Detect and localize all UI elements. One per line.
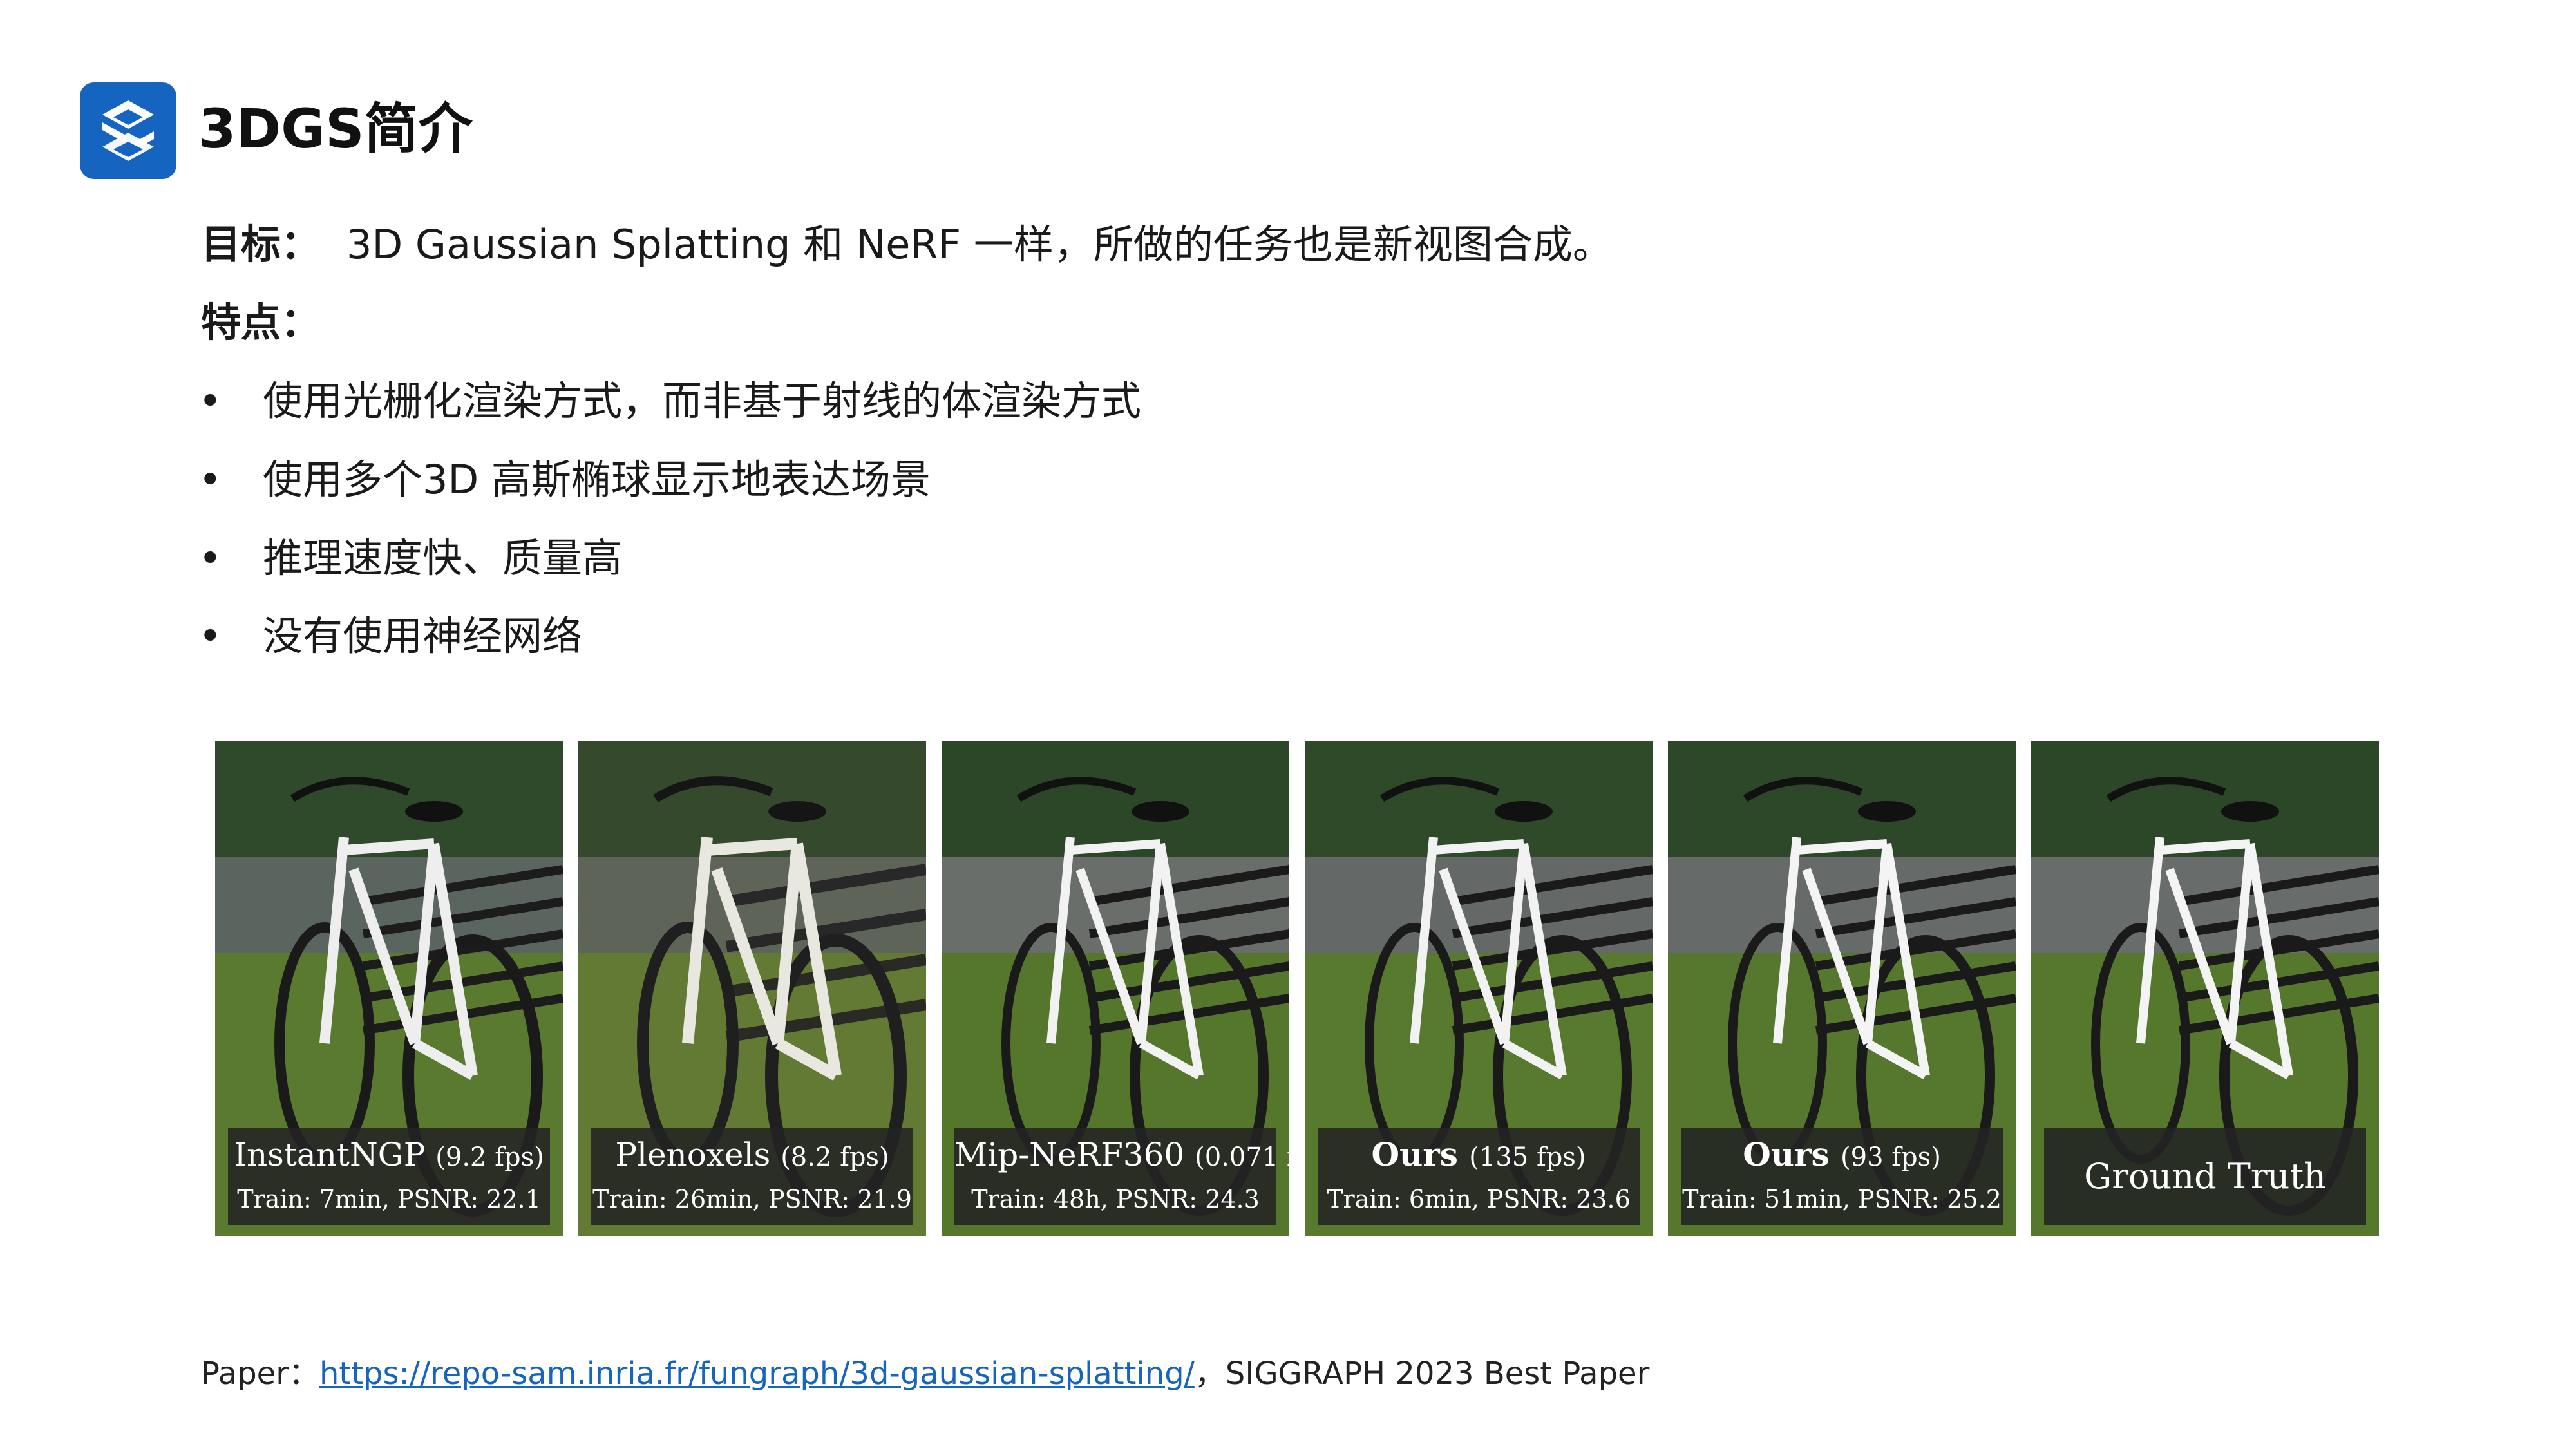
comparison-panel-instantngp: InstantNGP (9.2 fps) Train: 7min, PSNR: …	[215, 741, 563, 1236]
footer-prefix: Paper：	[201, 1356, 319, 1392]
train-stats: Train: 48h, PSNR: 24.3	[971, 1185, 1260, 1213]
comparison-panel-ours-93fps: Ours (93 fps) Train: 51min, PSNR: 25.2	[1668, 741, 2016, 1236]
train-stats: Train: 7min, PSNR: 22.1	[237, 1185, 541, 1213]
comparison-panel-mip-nerf360: Mip-NeRF360 (0.071 fps) Train: 48h, PSNR…	[942, 741, 1289, 1236]
goal-text: 3D Gaussian Splatting 和 NeRF 一样，所做的任务也是新…	[346, 221, 1613, 268]
panel-caption: Mip-NeRF360 (0.071 fps) Train: 48h, PSNR…	[954, 1128, 1289, 1225]
bullet-dot: •	[198, 456, 222, 503]
train-stats: Train: 51min, PSNR: 25.2	[1682, 1185, 2002, 1213]
fps-value: (135 fps)	[1469, 1142, 1586, 1172]
panel-caption: Ground Truth	[2044, 1128, 2366, 1225]
features-label: 特点：	[201, 294, 321, 352]
stacked-s-logo-icon	[102, 100, 154, 161]
bullet-dot: •	[198, 377, 222, 424]
method-name: Ground Truth	[2084, 1156, 2326, 1197]
feature-item: • 没有使用神经网络	[198, 607, 582, 665]
panel-caption: InstantNGP (9.2 fps) Train: 7min, PSNR: …	[228, 1128, 550, 1225]
comparison-panel-ours-135fps: Ours (135 fps) Train: 6min, PSNR: 23.6	[1305, 741, 1653, 1236]
comparison-image-strip: InstantNGP (9.2 fps) Train: 7min, PSNR: …	[215, 741, 2379, 1236]
page-title: 3DGS简介	[198, 97, 473, 160]
feature-item-text: 没有使用神经网络	[263, 612, 583, 659]
fps-value: (8.2 fps)	[781, 1142, 889, 1172]
method-name: Ours	[1371, 1135, 1458, 1173]
feature-item: • 使用多个3D 高斯椭球显示地表达场景	[198, 451, 931, 509]
paper-link[interactable]: https://repo-sam.inria.fr/fungraph/3d-ga…	[319, 1356, 1195, 1392]
paper-reference: Paper：https://repo-sam.inria.fr/fungraph…	[201, 1351, 1649, 1396]
panel-caption: Ours (93 fps) Train: 51min, PSNR: 25.2	[1681, 1128, 2003, 1225]
feature-item-text: 使用光栅化渲染方式，而非基于射线的体渲染方式	[263, 377, 1142, 424]
panel-caption: Ours (135 fps) Train: 6min, PSNR: 23.6	[1318, 1128, 1640, 1225]
method-name: Ours	[1743, 1135, 1830, 1173]
fps-value: (9.2 fps)	[435, 1142, 544, 1172]
comparison-panel-plenoxels: Plenoxels (8.2 fps) Train: 26min, PSNR: …	[578, 741, 926, 1236]
fps-value: (0.071 fps)	[1195, 1142, 1289, 1172]
bullet-dot: •	[198, 612, 222, 659]
fps-value: (93 fps)	[1841, 1142, 1941, 1172]
logo	[80, 82, 176, 179]
train-stats: Train: 6min, PSNR: 23.6	[1327, 1185, 1631, 1213]
method-name: Plenoxels	[615, 1136, 771, 1173]
comparison-panel-ground-truth: Ground Truth	[2031, 741, 2379, 1236]
goal-line: 目标： 3D Gaussian Splatting 和 NeRF 一样，所做的任务…	[201, 216, 1613, 274]
feature-item-text: 使用多个3D 高斯椭球显示地表达场景	[263, 456, 931, 503]
feature-item-text: 推理速度快、质量高	[263, 535, 623, 582]
feature-item: • 推理速度快、质量高	[198, 529, 622, 587]
method-name: Mip-NeRF360	[954, 1136, 1185, 1173]
features-label-text: 特点：	[201, 299, 321, 346]
footer-suffix: ，SIGGRAPH 2023 Best Paper	[1194, 1356, 1650, 1392]
goal-label: 目标：	[201, 221, 321, 268]
method-name: InstantNGP	[234, 1136, 426, 1173]
feature-item: • 使用光栅化渲染方式，而非基于射线的体渲染方式	[198, 372, 1141, 430]
train-stats: Train: 26min, PSNR: 21.9	[592, 1185, 912, 1213]
bullet-dot: •	[198, 535, 222, 582]
panel-caption: Plenoxels (8.2 fps) Train: 26min, PSNR: …	[591, 1128, 913, 1225]
